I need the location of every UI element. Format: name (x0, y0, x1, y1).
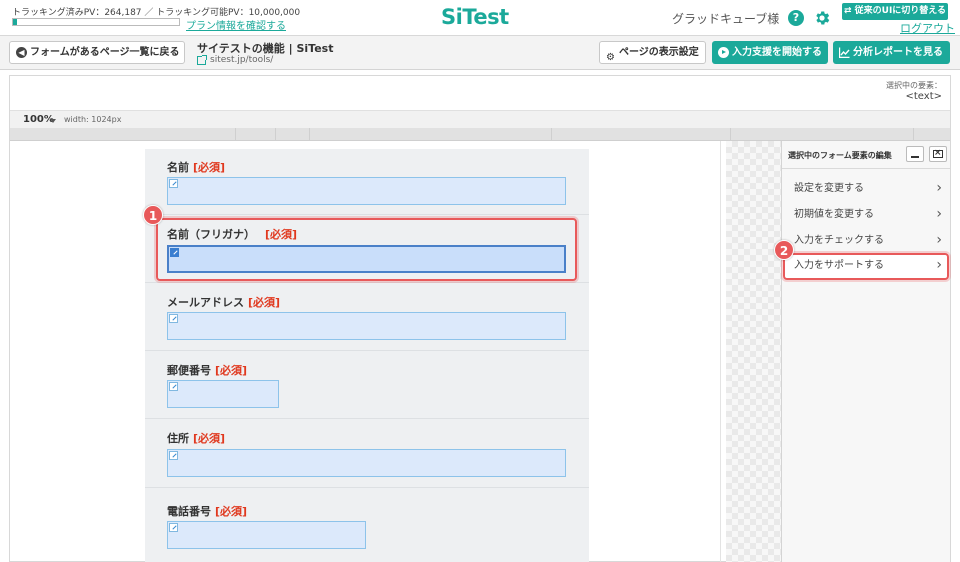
menu-item-label: 設定を変更する (794, 183, 864, 194)
field-label: メールアドレス [必須] (167, 294, 280, 310)
form-row-email: メールアドレス [必須] (145, 284, 589, 351)
chevron-right-icon: › (936, 206, 942, 222)
field-label: 住所 [必須] (167, 430, 225, 446)
page-url-link[interactable]: sitest.jp/tools/ (197, 55, 273, 65)
field-label: 名前 [必須] (167, 159, 225, 175)
user-name: グラッドキューブ様 (672, 12, 780, 26)
menu-check-input[interactable]: 入力をチェックする › (782, 228, 950, 253)
required-mark: [必須] (193, 432, 226, 445)
arrow-left-icon: ◀ (16, 47, 27, 58)
selected-element-label: 選択中の要素： (886, 81, 942, 90)
field-label-text: 郵便番号 (167, 364, 211, 377)
ruler-line (551, 128, 552, 141)
view-report-button[interactable]: 分析レポートを見る (833, 41, 950, 64)
play-icon (718, 47, 729, 58)
name-input[interactable] (167, 177, 566, 205)
ruler-line (235, 128, 236, 141)
postal-code-input[interactable] (167, 380, 279, 408)
chevron-right-icon: › (936, 232, 942, 248)
form-row-address: 住所 [必須] (145, 420, 589, 488)
required-mark: [必須] (248, 296, 281, 309)
top-bar: トラッキング済みPV：264,187 ／ トラッキング可能PV：10,000,0… (0, 0, 960, 36)
ruler-line (275, 128, 276, 141)
required-mark: [必須] (215, 505, 248, 518)
page-url-text: sitest.jp/tools/ (210, 55, 274, 65)
edit-icon (169, 523, 178, 532)
start-input-support-label: 入力支援を開始する (732, 47, 822, 58)
menu-change-initial-value[interactable]: 初期値を変更する › (782, 202, 950, 227)
page-edge (720, 141, 721, 562)
ruler-line (913, 128, 914, 141)
edit-icon (169, 179, 178, 188)
phone-input[interactable] (167, 521, 366, 549)
ruler (10, 128, 950, 141)
logo-text: SiTest (441, 5, 509, 29)
gear-icon[interactable] (813, 9, 831, 27)
back-to-form-list-button[interactable]: ◀ フォームがあるページ一覧に戻る (9, 41, 185, 64)
back-button-label: フォームがあるページ一覧に戻る (30, 47, 180, 58)
chart-icon (839, 47, 850, 58)
view-report-label: 分析レポートを見る (853, 47, 943, 58)
toolbar: ◀ フォームがあるページ一覧に戻る サイテストの機能 | SiTest site… (0, 36, 960, 70)
plan-info-link[interactable]: プラン情報を確認する (186, 17, 286, 32)
edit-icon (169, 314, 178, 323)
zoom-bar: 100% width: 1024px (10, 110, 950, 128)
ruler-line (730, 128, 731, 141)
required-mark: [必須] (215, 364, 248, 377)
viewport-width: width: 1024px (64, 115, 122, 124)
gear-icon: ⚙ (606, 52, 615, 63)
minimize-button[interactable] (906, 146, 924, 162)
logout-link[interactable]: ログアウト (900, 20, 955, 36)
tracking-progress-fill (13, 19, 18, 25)
form-row-postal: 郵便番号 [必須] (145, 352, 589, 419)
switch-ui-button[interactable]: ⇄ 従来のUIに切り替える (842, 3, 948, 20)
edit-icon (169, 451, 178, 460)
ruler-line (309, 128, 310, 141)
form-panel: 名前 [必須] 名前（フリガナ） [必須] メールアドレス [必須] 郵便番号 … (145, 149, 589, 562)
display-settings-label: ページの表示設定 (619, 47, 699, 58)
step-badge-1: 1 (143, 205, 163, 225)
external-link-icon (197, 55, 207, 65)
help-icon[interactable]: ? (788, 10, 804, 26)
selected-element-value: <text> (905, 91, 943, 102)
sitest-logo[interactable]: SiTest (441, 4, 521, 30)
support-input-highlight (783, 253, 949, 280)
field-label-text: 名前 (167, 161, 189, 174)
field-label-text: 住所 (167, 432, 189, 445)
element-edit-panel: 選択中のフォーム要素の編集 設定を変更する › 初期値を変更する › 入力をチェ… (781, 141, 950, 562)
selected-element-info: 選択中の要素： <text> (886, 80, 942, 102)
field-label-text: メールアドレス (167, 296, 244, 309)
menu-change-settings[interactable]: 設定を変更する › (782, 176, 950, 201)
start-input-support-button[interactable]: 入力支援を開始する (712, 41, 828, 64)
menu-item-label: 入力をチェックする (794, 235, 884, 246)
caret-down-icon[interactable] (50, 119, 56, 123)
address-input[interactable] (167, 449, 566, 477)
field-label: 郵便番号 [必須] (167, 362, 247, 378)
divider (782, 168, 950, 169)
menu-item-label: 初期値を変更する (794, 209, 874, 220)
form-row-phone: 電話番号 [必須] (145, 489, 589, 562)
panel-title: 選択中のフォーム要素の編集 (788, 151, 892, 160)
tracking-progress-bar (12, 18, 180, 26)
close-button[interactable] (929, 146, 947, 162)
step-badge-2: 2 (774, 240, 794, 260)
chevron-right-icon: › (936, 180, 942, 196)
field-label-text: 電話番号 (167, 505, 211, 518)
edit-icon (169, 382, 178, 391)
field-label: 電話番号 [必須] (167, 503, 247, 519)
page-preview: 選択中の要素： <text> 100% width: 1024px 名前 [必須]… (9, 75, 951, 562)
email-input[interactable] (167, 312, 566, 340)
selected-field-highlight (156, 218, 577, 281)
page-title: サイテストの機能 | SiTest (197, 42, 334, 55)
transparent-area (726, 141, 781, 562)
required-mark: [必須] (193, 161, 226, 174)
form-row-name: 名前 [必須] (145, 149, 589, 215)
display-settings-button[interactable]: ⚙ ページの表示設定 (599, 41, 706, 64)
